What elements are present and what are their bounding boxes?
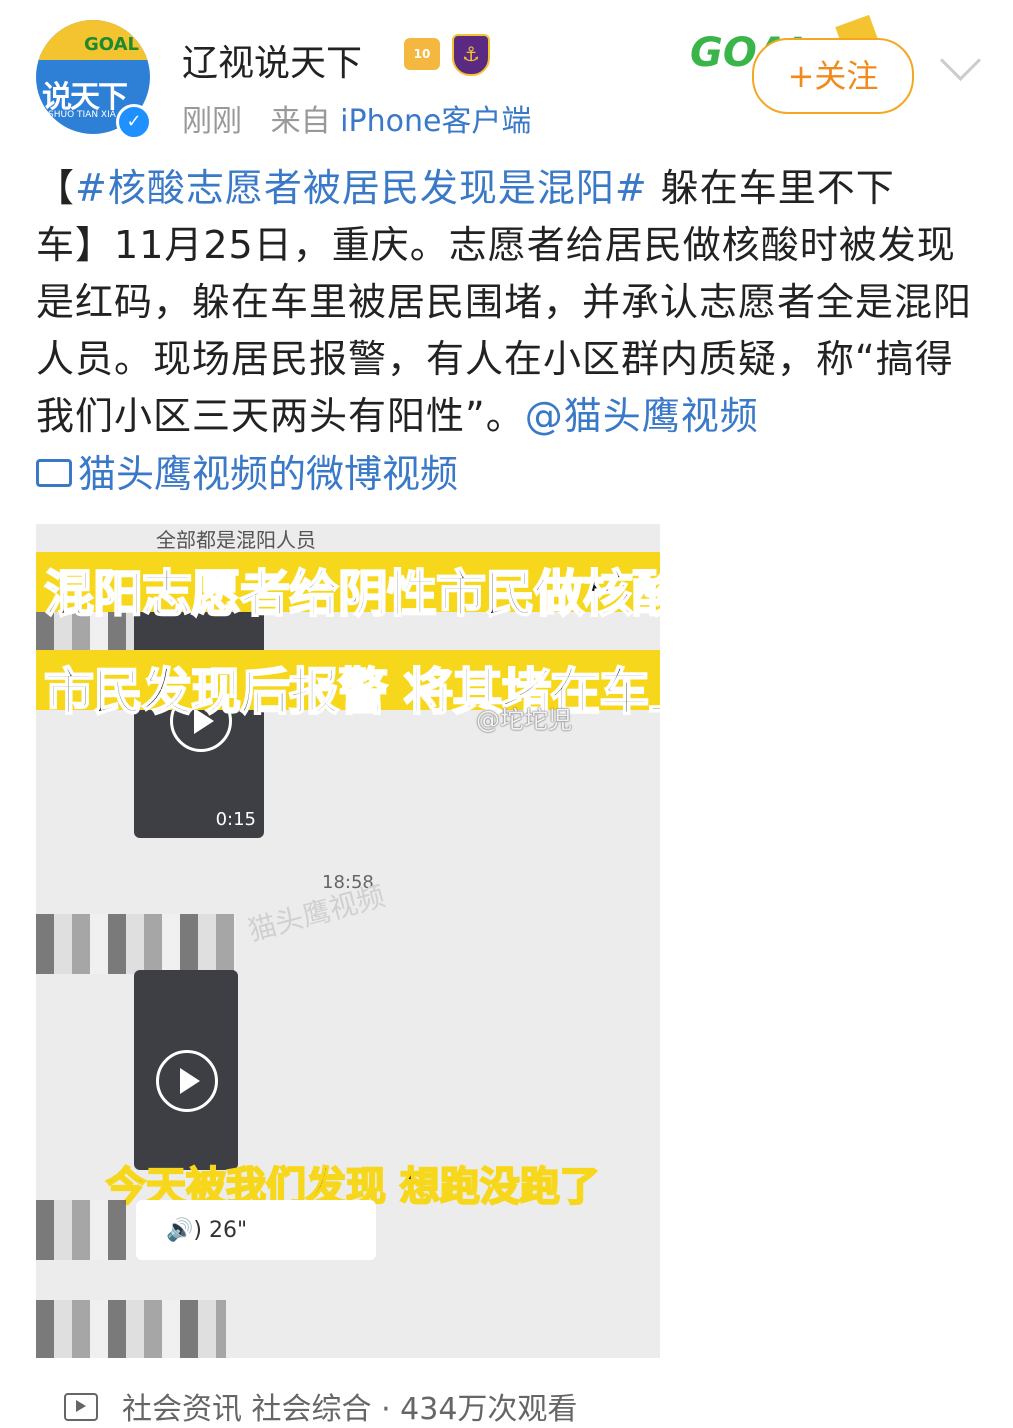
post-time: 刚刚 [182,104,242,139]
pixelated-name [36,914,236,974]
banner-caption-1: 混阳志愿者给阴性市民做核酸 [43,564,660,624]
video-camera-icon [36,458,72,487]
mention-link[interactable]: @猫头鹰视频 [525,394,759,438]
video-link-text[interactable]: 猫头鹰视频的微博视频 [78,452,458,496]
bracket-open: 【 [36,166,76,210]
video-top-caption: 全部都是混阳人员 [156,528,316,552]
shield-badge-icon[interactable]: ⚓ [452,34,490,76]
hashtag-link[interactable]: #核酸志愿者被居民发现是混阳# [75,166,648,210]
pixelated-avatar [36,1200,126,1260]
voice-duration: 🔊) 26" [166,1218,248,1243]
voice-message[interactable]: 🔊) 26" [136,1200,376,1260]
weibo-watermark: @坨坨児 [476,706,572,734]
video-watermark: 猫头鹰视频 [244,879,389,948]
post-body: 11月25日，重庆。志愿者给居民做核酸时被发现是红码，躲在车里被居民围堵，并承认… [36,223,973,438]
verified-icon: ✓ [116,104,152,140]
source-prefix: 来自 [270,104,331,139]
video-duration: 0:15 [215,809,256,830]
source-client: iPhone客户端 [340,104,532,139]
follow-button[interactable]: +关注 [752,38,914,114]
post-text: 【#核酸志愿者被居民发现是混阳# 躲在车里不下车】11月25日，重庆。志愿者给居… [36,160,972,445]
video-footer[interactable]: 社会资讯 社会综合 · 434万次观看 [64,1384,577,1428]
avatar-logo-sub: SHUO TIAN XIA [48,110,116,120]
video-link[interactable]: 猫头鹰视频的微博视频 [36,446,458,503]
play-icon[interactable] [156,1050,218,1112]
avatar-goal-text: GOAL [84,34,139,55]
post-meta: 刚刚 来自 iPhone客户端 [182,96,531,140]
jersey-badge-icon[interactable]: 10 [404,38,440,70]
pixelated-name [36,1300,226,1358]
username[interactable]: 辽视说天下 [182,34,362,86]
chat-video-thumbnail[interactable] [134,970,238,1170]
video-player[interactable]: 全部都是混阳人员 0:15 混阳志愿者给阴性市民做核酸 市民发现后报警 将其堵在… [36,524,660,1358]
bracket-close: 】 [75,223,115,267]
video-category: 社会资讯 社会综合 · 434万次观看 [122,1392,578,1427]
video-play-icon [64,1392,98,1421]
